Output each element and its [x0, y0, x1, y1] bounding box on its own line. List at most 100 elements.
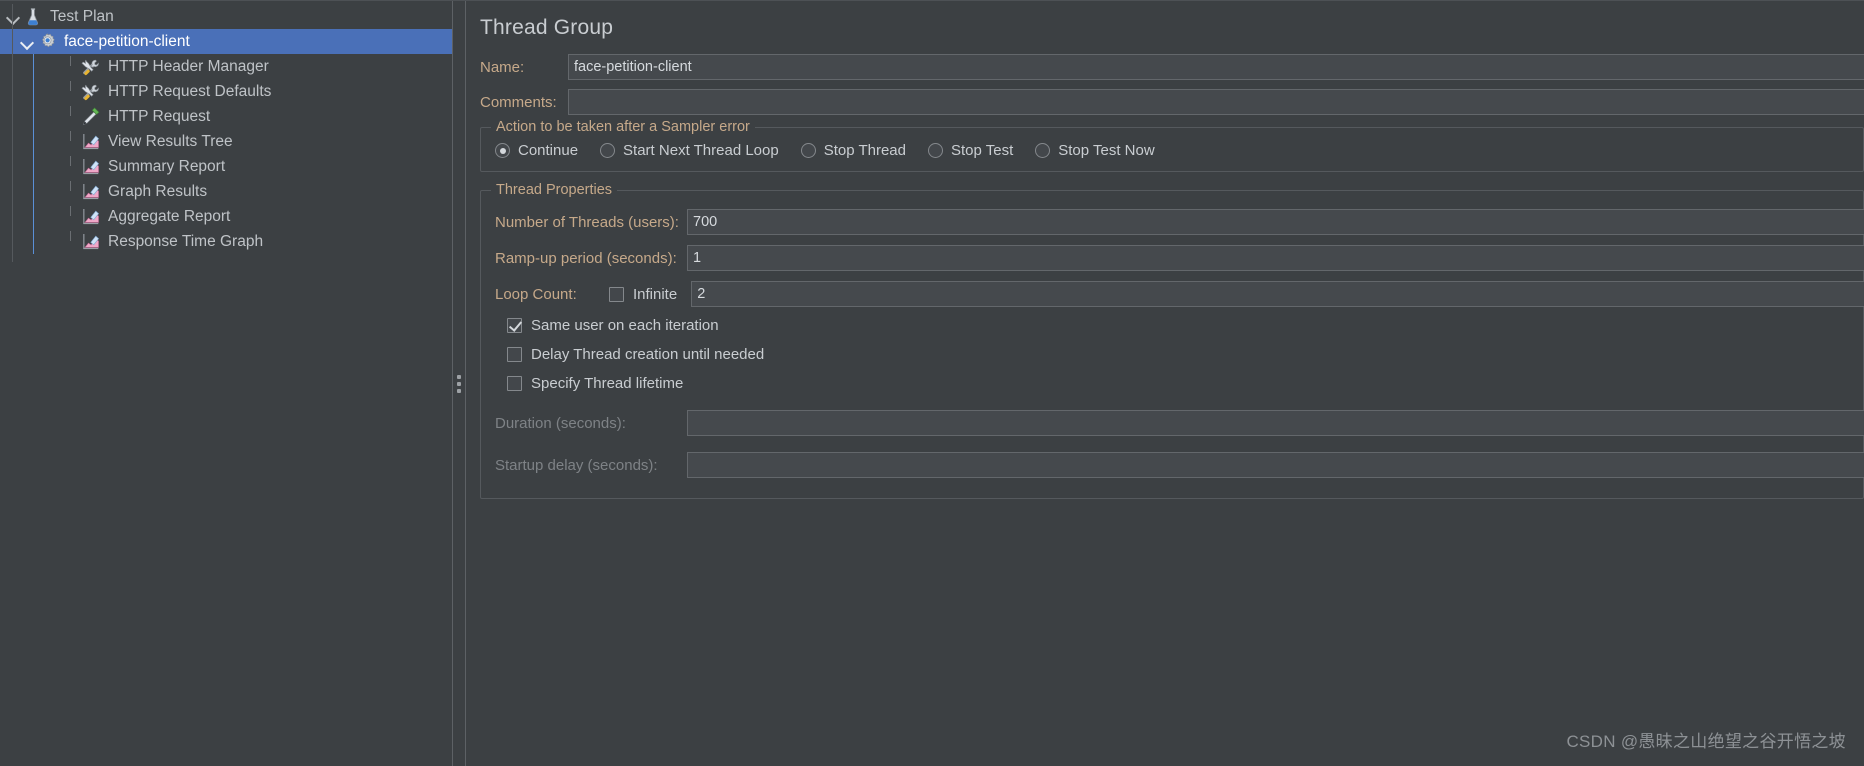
num-threads-label: Number of Threads (users):	[495, 213, 679, 231]
chevron-down-icon[interactable]	[18, 29, 36, 54]
tree-twisty-spacer	[62, 204, 80, 229]
thread-properties-group: Thread Properties Number of Threads (use…	[480, 182, 1864, 499]
tree-item-label: Test Plan	[50, 7, 114, 25]
listener-icon	[70, 230, 102, 253]
tree-item-label: Graph Results	[108, 182, 208, 200]
radio-label: Stop Test	[950, 142, 1014, 159]
tree-item-label: HTTP Request	[108, 107, 211, 125]
tree-item-http-request-defaults[interactable]: HTTP Request Defaults	[0, 79, 452, 104]
tree-item-summary-report[interactable]: Summary Report	[0, 154, 452, 179]
duration-label: Duration (seconds):	[495, 414, 626, 432]
tree-item-http-header-manager[interactable]: HTTP Header Manager	[0, 54, 452, 79]
tree-item-face-petition-client[interactable]: face-petition-client	[0, 29, 452, 54]
tree-twisty-spacer	[62, 79, 80, 104]
sampler-icon	[70, 105, 102, 128]
radio-stop-test[interactable]: Stop Test	[927, 142, 1014, 159]
ramp-up-row: Ramp-up period (seconds):	[481, 245, 1864, 271]
sampler-error-action-group: Action to be taken after a Sampler error…	[480, 119, 1864, 172]
tree-twisty-spacer	[62, 129, 80, 154]
startup-delay-label: Startup delay (seconds):	[495, 456, 658, 474]
comments-input[interactable]	[568, 89, 1864, 115]
ramp-up-label: Ramp-up period (seconds):	[495, 249, 677, 267]
csdn-watermark: CSDN @愚昧之山绝望之谷开悟之坡	[1566, 732, 1846, 751]
radio-button-icon	[495, 143, 510, 158]
thread-group-icon	[36, 31, 58, 53]
loop-infinite-checkbox[interactable]: Infinite	[609, 286, 677, 303]
loop-count-input[interactable]	[691, 281, 1864, 307]
checkbox-specify-thread-lifetime[interactable]: Specify Thread lifetime	[481, 375, 1863, 392]
startup-delay-input[interactable]	[687, 452, 1864, 478]
checkbox-box-icon	[507, 318, 522, 333]
test-plan-tree[interactable]: Test Plan face-petition-client HTTP Header…	[0, 1, 452, 766]
tree-item-label: Summary Report	[108, 157, 226, 175]
num-threads-row: Number of Threads (users):	[481, 209, 1864, 235]
radio-stop-thread[interactable]: Stop Thread	[800, 142, 906, 159]
tree-item-label: Response Time Graph	[108, 232, 264, 250]
checkbox-label: Delay Thread creation until needed	[531, 346, 765, 363]
tree-item-view-results-tree[interactable]: View Results Tree	[0, 129, 452, 154]
num-threads-input[interactable]	[687, 209, 1864, 235]
tree-twisty-spacer	[62, 104, 80, 129]
radio-button-icon	[600, 143, 616, 158]
checkbox-label: Same user on each iteration	[531, 317, 719, 334]
tree-guide-line	[33, 54, 34, 254]
thread-properties-title: Thread Properties	[491, 182, 618, 198]
listener-icon	[70, 205, 102, 228]
tree-item-graph-results[interactable]: Graph Results	[0, 179, 452, 204]
duration-input[interactable]	[687, 410, 1864, 436]
radio-button-icon	[800, 143, 816, 158]
comments-label: Comments:	[480, 93, 557, 111]
checkbox-label: Specify Thread lifetime	[531, 375, 684, 392]
tree-twisty-spacer	[62, 154, 80, 179]
listener-icon	[70, 130, 102, 153]
tree-twisty-spacer	[62, 179, 80, 204]
checkbox-box-icon	[609, 286, 624, 302]
chevron-down-icon[interactable]	[4, 4, 22, 29]
tree-item-response-time-graph[interactable]: Response Time Graph	[0, 229, 452, 254]
radio-button-icon	[1035, 143, 1051, 158]
config-element-icon	[70, 80, 102, 103]
radio-label: Continue	[518, 142, 579, 159]
thread-group-panel: Thread Group Name: Comments: Action to b…	[466, 1, 1864, 766]
checkbox-box-icon	[507, 347, 522, 362]
loop-count-label: Loop Count:	[495, 285, 577, 303]
tree-twisty-spacer	[62, 54, 80, 79]
config-element-icon	[70, 55, 102, 78]
checkbox-same-user-on-each-iteration[interactable]: Same user on each iteration	[481, 317, 1863, 334]
radio-start-next-thread-loop[interactable]: Start Next Thread Loop	[600, 142, 779, 159]
tree-item-test-plan[interactable]: Test Plan	[0, 4, 452, 29]
tree-item-aggregate-report[interactable]: Aggregate Report	[0, 204, 452, 229]
loop-count-row: Loop Count: Infinite	[481, 281, 1864, 307]
name-input[interactable]	[568, 54, 1864, 80]
tree-item-http-request[interactable]: HTTP Request	[0, 104, 452, 129]
radio-label: Stop Thread	[823, 142, 906, 159]
checkbox-delay-thread-creation-until-needed[interactable]: Delay Thread creation until needed	[481, 346, 1863, 363]
panel-splitter[interactable]	[452, 1, 466, 766]
page-title: Thread Group	[480, 16, 614, 39]
tree-item-label: HTTP Header Manager	[108, 57, 269, 75]
radio-stop-test-now[interactable]: Stop Test Now	[1035, 142, 1155, 159]
name-label: Name:	[480, 58, 525, 76]
tree-item-label: face-petition-client	[64, 32, 190, 50]
listener-icon	[70, 155, 102, 178]
loop-infinite-label: Infinite	[633, 285, 678, 303]
tree-root-guide-line	[12, 4, 13, 262]
tree-twisty-spacer	[62, 229, 80, 254]
tree-item-label: View Results Tree	[108, 132, 233, 150]
tree-item-label: Aggregate Report	[108, 207, 231, 225]
radio-continue[interactable]: Continue	[495, 142, 578, 159]
comments-field-row: Comments:	[480, 89, 1864, 115]
ramp-up-input[interactable]	[687, 245, 1864, 271]
startup-delay-row: Startup delay (seconds):	[481, 452, 1864, 478]
name-field-row: Name:	[480, 54, 1864, 80]
test-plan-icon	[22, 6, 44, 28]
sampler-error-radio-group[interactable]: Continue Start Next Thread Loop Stop Threa…	[481, 142, 1863, 159]
listener-icon	[70, 180, 102, 203]
splitter-handle-icon[interactable]	[457, 375, 461, 393]
radio-label: Stop Test Now	[1058, 142, 1155, 159]
tree-item-label: HTTP Request Defaults	[108, 82, 272, 100]
jmeter-window: Test Plan face-petition-client HTTP Header…	[0, 0, 1864, 766]
radio-button-icon	[927, 143, 943, 158]
duration-row: Duration (seconds):	[481, 410, 1864, 436]
radio-label: Start Next Thread Loop	[623, 142, 779, 159]
